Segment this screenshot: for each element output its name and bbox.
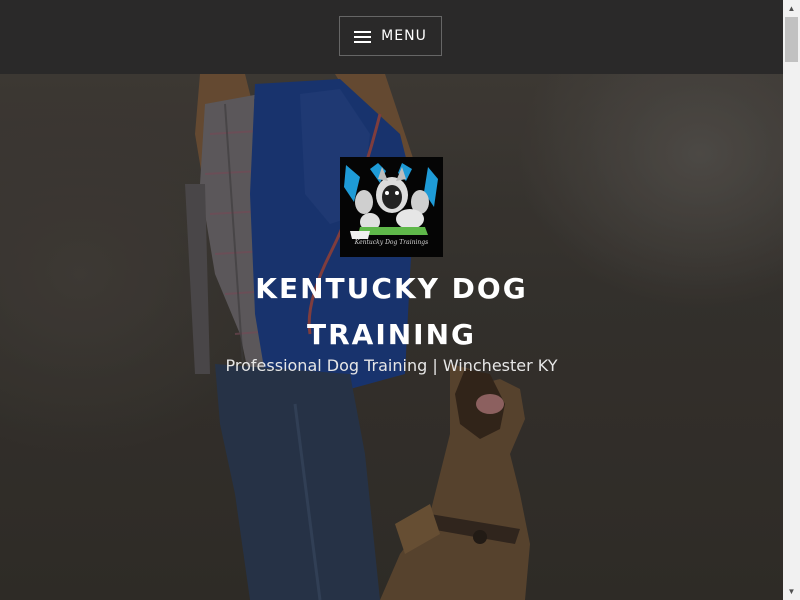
page-viewport: MENU Kentucky Dog Trainings KENTUCKY DOG…: [0, 0, 783, 600]
menu-label: MENU: [381, 28, 427, 44]
logo[interactable]: Kentucky Dog Trainings: [340, 157, 443, 257]
site-tagline: Professional Dog Training | Winchester K…: [225, 356, 558, 375]
scrollbar-thumb[interactable]: [785, 17, 798, 62]
menu-toggle-button[interactable]: MENU: [339, 16, 442, 56]
site-header: MENU: [0, 0, 783, 74]
logo-caption: Kentucky Dog Trainings: [354, 239, 429, 246]
site-title[interactable]: KENTUCKY DOG TRAINING: [200, 266, 583, 358]
arrow-down-icon[interactable]: ▼: [783, 583, 800, 600]
vertical-scrollbar[interactable]: ▲ ▼: [783, 0, 800, 600]
hamburger-icon: [354, 30, 372, 43]
arrow-up-icon[interactable]: ▲: [783, 0, 800, 17]
